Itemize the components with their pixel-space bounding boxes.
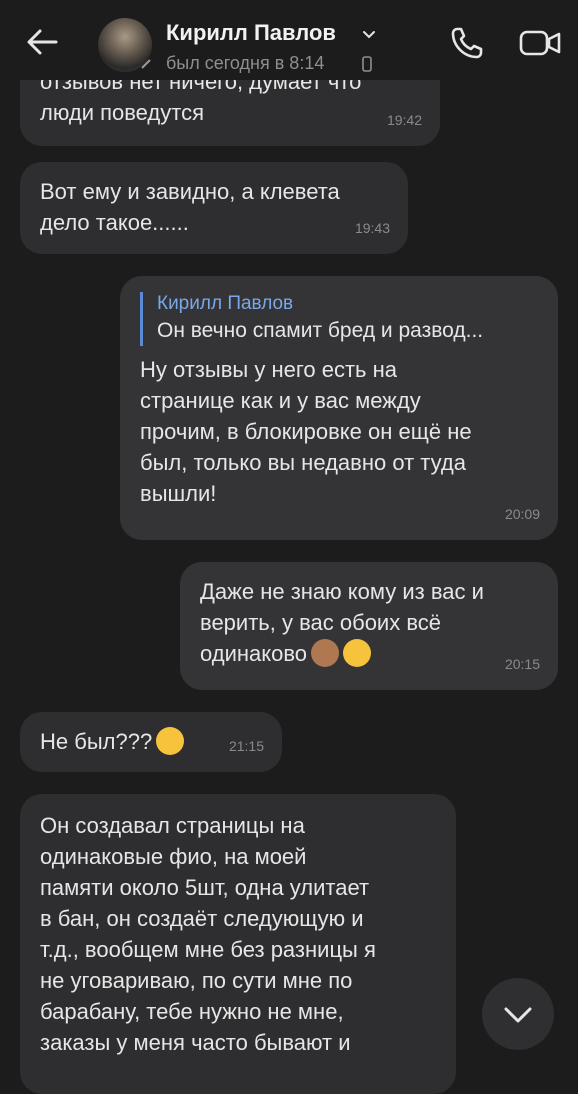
message-time: 19:43 — [354, 220, 390, 236]
message-bubble-outgoing[interactable]: Кирилл Павлов Он вечно спамит бред и раз… — [120, 276, 558, 540]
mobile-phone-icon — [362, 56, 372, 72]
grinning-face-emoji — [156, 727, 185, 755]
see-no-evil-monkey-emoji — [311, 639, 340, 667]
message-text: Он создавал страницы на одинаковые фио, … — [40, 813, 376, 1055]
message-text: Ну отзывы у него есть на странице как и … — [140, 357, 472, 506]
contact-name[interactable]: Кирилл Павлов — [166, 20, 336, 46]
message-bubble-incoming[interactable]: Вот ему и завидно, а клевета дело такое.… — [20, 162, 408, 254]
thinking-face-emoji — [343, 639, 372, 667]
message-time: 19:42 — [386, 112, 422, 128]
message-bubble-incoming[interactable]: Он создавал страницы на одинаковые фио, … — [20, 794, 456, 1094]
reply-text: Он вечно спамит бред и развод... — [157, 319, 484, 342]
chevron-down-icon — [504, 1007, 532, 1023]
back-arrow-icon[interactable] — [20, 20, 64, 64]
chat-header: Кирилл Павлов был сегодня в 8:14 — [0, 0, 578, 80]
reply-author: Кирилл Павлов — [157, 293, 294, 314]
message-time: 21:15 — [228, 738, 264, 754]
scroll-to-bottom-button[interactable] — [482, 978, 554, 1050]
message-text: Даже не знаю кому из вас и верить, у вас… — [200, 579, 484, 667]
message-bubble-incoming[interactable]: Не был??? 21:15 — [20, 712, 282, 772]
chevron-down-icon[interactable] — [362, 30, 376, 40]
message-text: Вот ему и завидно, а клевета дело такое.… — [40, 179, 340, 235]
message-bubble-outgoing[interactable]: Даже не знаю кому из вас и верить, у вас… — [180, 562, 558, 690]
online-mobile-icon — [141, 59, 151, 69]
video-call-icon[interactable] — [518, 26, 562, 60]
reply-quote[interactable]: Кирилл Павлов Он вечно спамит бред и раз… — [140, 292, 538, 346]
message-time: 20:09 — [504, 506, 540, 522]
message-time: 20:15 — [504, 656, 540, 672]
last-seen-status: был сегодня в 8:14 — [166, 53, 325, 73]
phone-call-icon[interactable] — [448, 24, 486, 62]
